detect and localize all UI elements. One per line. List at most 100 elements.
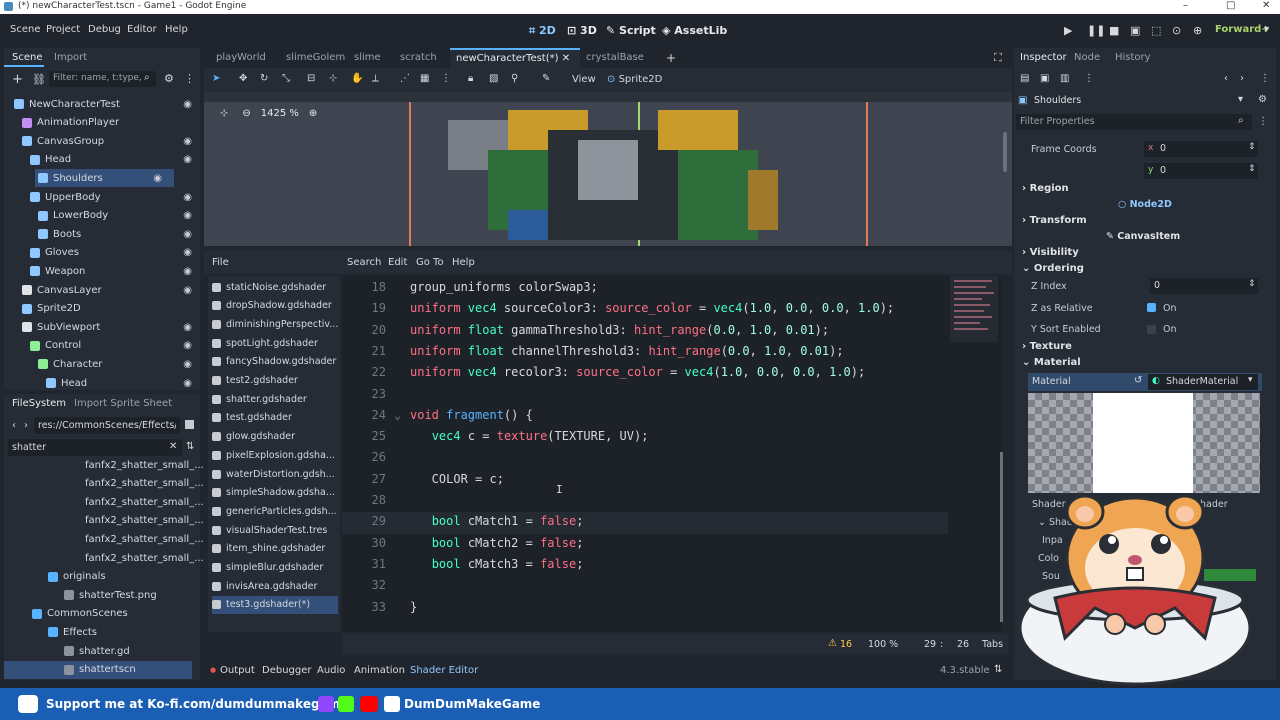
visibility-eye-icon[interactable]: ◉ bbox=[183, 99, 192, 110]
shader-file-item[interactable]: glow.gdshader bbox=[212, 428, 342, 446]
scene-node[interactable]: Boots ◉ bbox=[4, 225, 204, 243]
shader-file-item[interactable]: dropShadow.gdshader bbox=[212, 297, 342, 315]
scene-node[interactable]: NewCharacterTest ◉ bbox=[4, 95, 204, 113]
tab-node[interactable]: Node bbox=[1074, 52, 1100, 63]
menu-project[interactable]: Project bbox=[46, 24, 80, 35]
shader-file-item[interactable]: test2.gdshader bbox=[212, 372, 342, 390]
scene-tab[interactable]: playWorld bbox=[210, 48, 280, 68]
clear-search-icon[interactable]: ✕ bbox=[169, 441, 177, 452]
scene-node[interactable]: SubViewport ◉ bbox=[4, 318, 204, 336]
bone-icon[interactable]: ⚲ bbox=[511, 73, 518, 84]
shader-file-item[interactable]: shatter.gdshader bbox=[212, 390, 342, 408]
reset-icon[interactable]: ↺ bbox=[1134, 375, 1142, 386]
shader-file-item[interactable]: waterDistortion.gdsh... bbox=[212, 465, 342, 483]
minimize-button[interactable]: – bbox=[1183, 0, 1188, 11]
zoom-level[interactable]: 1425 % bbox=[261, 108, 299, 119]
file-item[interactable]: originals bbox=[4, 568, 192, 586]
section-visibility[interactable]: › Visibility bbox=[1022, 247, 1079, 258]
menu-scene[interactable]: Scene bbox=[10, 24, 41, 35]
scene-node[interactable]: Head ◉ bbox=[4, 151, 204, 169]
new-resource-icon[interactable]: ▤ bbox=[1020, 73, 1029, 84]
scene-node[interactable]: LowerBody ◉ bbox=[4, 207, 204, 225]
tab-history[interactable]: History bbox=[1115, 52, 1151, 63]
scene-tab[interactable]: crystalBase bbox=[580, 48, 660, 68]
shader-menu-search[interactable]: Search bbox=[347, 257, 381, 268]
shader-file-item[interactable]: simpleShadow.gdsha... bbox=[212, 484, 342, 502]
add-node-icon[interactable]: + bbox=[12, 72, 23, 87]
viewport-scrollbar[interactable] bbox=[1003, 132, 1007, 172]
link-icon[interactable]: ⛓ bbox=[32, 73, 46, 86]
snap-icon[interactable]: ⋰ bbox=[400, 73, 410, 84]
section-region[interactable]: › Region bbox=[1022, 183, 1069, 194]
shader-menu-edit[interactable]: Edit bbox=[388, 257, 407, 268]
tab-audio[interactable]: Audio bbox=[317, 665, 345, 676]
save-resource-icon[interactable]: ▥ bbox=[1060, 73, 1069, 84]
file-item[interactable]: fanfx2_shatter_small_... bbox=[4, 512, 204, 530]
scene-node[interactable]: Head ◉ bbox=[4, 374, 204, 392]
inspector-filter-input[interactable]: Filter Properties ⌕ bbox=[1016, 114, 1252, 130]
code-scrollbar[interactable] bbox=[1000, 452, 1003, 622]
file-item[interactable]: Effects bbox=[4, 623, 192, 641]
warning-icon[interactable]: ⚠ bbox=[828, 638, 837, 649]
scene-node[interactable]: Weapon ◉ bbox=[4, 262, 204, 280]
stepper-icon[interactable]: ⇕ bbox=[1248, 279, 1256, 289]
select-tool-icon[interactable]: ➤ bbox=[212, 73, 220, 84]
code-editor[interactable]: 18 group_uniforms colorSwap3; 19 uniform ve… bbox=[342, 276, 1003, 632]
tab-filesystem[interactable]: FileSystem bbox=[12, 398, 66, 409]
shader-file-item[interactable]: simpleBlur.gdshader bbox=[212, 559, 342, 577]
scene-node[interactable]: CanvasLayer ◉ bbox=[4, 281, 204, 299]
scene-node[interactable]: CanvasGroup ◉ bbox=[4, 132, 204, 150]
filter-menu-icon[interactable]: ⋮ bbox=[1258, 116, 1268, 127]
file-search-input[interactable]: shatter ✕ bbox=[8, 439, 182, 456]
shader-file-item[interactable]: invisArea.gdshader bbox=[212, 577, 342, 595]
history-forward-icon[interactable]: › bbox=[1240, 73, 1244, 84]
tab-output[interactable]: Output bbox=[220, 665, 255, 676]
visibility-eye-icon[interactable]: ◉ bbox=[183, 359, 192, 370]
tab-import[interactable]: Import bbox=[54, 52, 87, 63]
shader-file-item[interactable]: item_shine.gdshader bbox=[212, 540, 342, 558]
load-resource-icon[interactable]: ▣ bbox=[1040, 73, 1049, 84]
panel-settings-icon[interactable]: ⇅ bbox=[994, 664, 1002, 675]
frame-coords-y[interactable]: y 0 ⇕ bbox=[1144, 163, 1258, 179]
shader-file-item[interactable]: spotLight.gdshader bbox=[212, 334, 342, 352]
section-transform[interactable]: › Transform bbox=[1022, 215, 1087, 226]
menu-help[interactable]: Help bbox=[165, 24, 188, 35]
stepper-icon[interactable]: ⇕ bbox=[1248, 164, 1256, 174]
shader-file-item[interactable]: test.gdshader bbox=[212, 409, 342, 427]
play-custom-icon[interactable]: ⬚ bbox=[1151, 24, 1161, 37]
visibility-eye-icon[interactable]: ◉ bbox=[183, 322, 192, 333]
z-relative-checkbox[interactable] bbox=[1147, 303, 1156, 312]
scene-tab[interactable]: scratch bbox=[394, 48, 450, 68]
file-item[interactable]: fanfx2_shatter_small_... bbox=[4, 475, 204, 493]
visibility-eye-icon[interactable]: ◉ bbox=[183, 285, 192, 296]
z-index-field[interactable]: 0 ⇕ bbox=[1150, 278, 1258, 294]
renderer-select[interactable]: Forward+ bbox=[1215, 24, 1270, 35]
y-sort-checkbox[interactable] bbox=[1147, 325, 1156, 334]
editor-zoom[interactable]: 100 % bbox=[868, 639, 898, 650]
visibility-eye-icon[interactable]: ◉ bbox=[153, 173, 162, 184]
view-menu[interactable]: View bbox=[572, 74, 596, 85]
warning-count[interactable]: 16 bbox=[840, 639, 852, 650]
shader-file-item[interactable]: diminishingPerspectiv... bbox=[212, 315, 342, 333]
stepper-icon[interactable]: ⇕ bbox=[1248, 142, 1256, 152]
ruler-icon[interactable]: ⊟ bbox=[307, 73, 315, 84]
section-texture[interactable]: › Texture bbox=[1022, 341, 1072, 352]
play-icon[interactable]: ▶ bbox=[1064, 24, 1072, 37]
scene-node[interactable]: Control ◉ bbox=[4, 337, 204, 355]
chevron-down-icon[interactable]: ▾ bbox=[1248, 375, 1253, 385]
code-minimap[interactable] bbox=[950, 276, 998, 342]
file-item[interactable]: shattertscn bbox=[4, 660, 192, 679]
zoom-out-icon[interactable]: ⊖ bbox=[242, 108, 250, 119]
visibility-eye-icon[interactable]: ◉ bbox=[183, 154, 192, 165]
scene-tab[interactable]: newCharacterTest(*) ✕ bbox=[450, 48, 580, 68]
pause-icon[interactable]: ❚❚ bbox=[1087, 24, 1105, 37]
tab-import-sprite-sheet[interactable]: Import Sprite Sheet bbox=[74, 398, 172, 409]
shader-file-item[interactable]: genericParticles.gdsh... bbox=[212, 502, 342, 520]
stop-icon[interactable]: ■ bbox=[1109, 24, 1119, 37]
new-tab-icon[interactable]: + bbox=[666, 51, 676, 65]
fold-arrow-icon[interactable]: ⌄ bbox=[394, 408, 401, 422]
menu-editor[interactable]: Editor bbox=[127, 24, 157, 35]
scene-tab[interactable]: slime bbox=[348, 48, 394, 68]
canvas-viewport[interactable]: ⊹ ⊖ 1425 % ⊕ bbox=[204, 92, 1012, 246]
file-item[interactable]: shatterTest.png bbox=[4, 586, 192, 604]
